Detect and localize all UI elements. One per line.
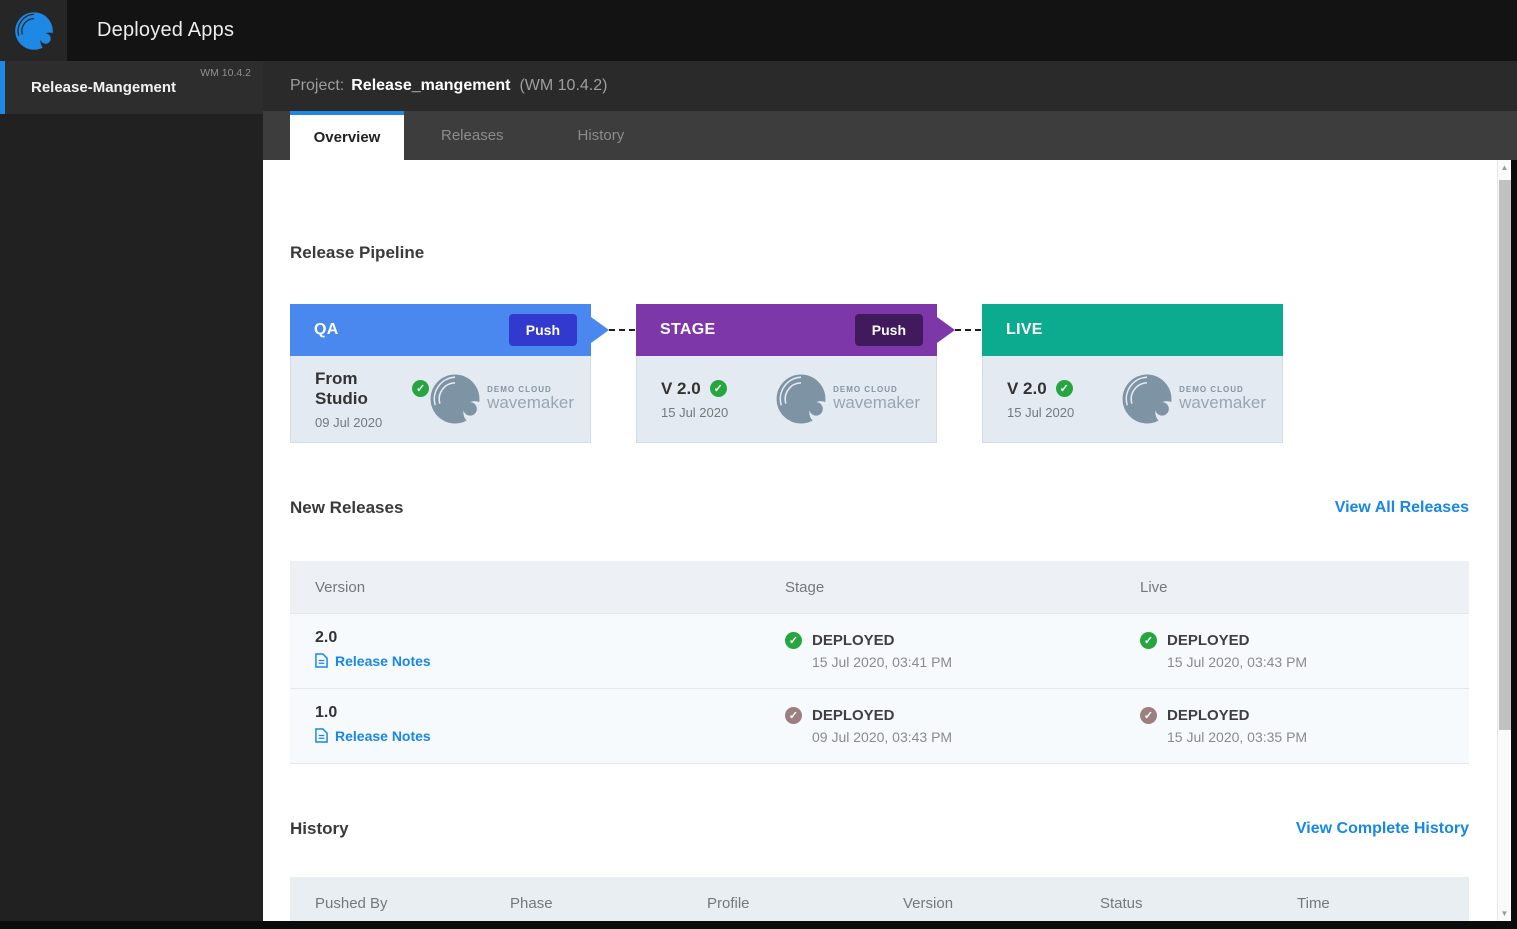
live-deploy-date: 15 Jul 2020 — [1007, 404, 1075, 420]
project-wm-version: (WM 10.4.2) — [519, 77, 608, 94]
release-notes-label: Release Notes — [335, 652, 431, 669]
success-check-icon: ✓ — [709, 380, 727, 397]
release-version: 1.0 — [315, 703, 338, 721]
app-title: Deployed Apps — [97, 19, 235, 41]
stage-phase-name: STAGE — [660, 321, 716, 338]
tab-history[interactable]: History — [541, 111, 662, 160]
column-header-phase: Phase — [510, 894, 553, 912]
live-status: DEPLOYED — [1167, 707, 1250, 724]
qa-phase-name: QA — [314, 321, 339, 338]
history-table-header: Pushed By Phase Profile Version Status T… — [290, 877, 1469, 921]
release-pipeline: QA Push From Studio ✓ 09 Jul 2020 DEMO C… — [290, 304, 1469, 443]
wavemaker-cloud-icon — [776, 374, 828, 424]
stage-status: DEPLOYED — [812, 632, 895, 649]
tab-overview[interactable]: Overview — [290, 111, 404, 160]
project-header: Project: Release_mangement (WM 10.4.2) — [263, 61, 1517, 111]
wavemaker-wordmark: wavemaker — [833, 393, 920, 412]
demo-cloud-badge: DEMO CLOUD wavemaker — [775, 373, 920, 425]
view-all-releases-link[interactable]: View All Releases — [1335, 499, 1469, 517]
deployed-apps-window: Deployed Apps WM 10.4.2 Release-Mangemen… — [0, 0, 1517, 929]
stage-status-time: 15 Jul 2020, 03:41 PM — [812, 654, 953, 670]
sidebar-item-wm-version: WM 10.4.2 — [200, 67, 251, 79]
scrollbar-thumb[interactable] — [1499, 180, 1511, 730]
project-label: Project: — [290, 77, 345, 94]
release-version: 2.0 — [315, 628, 338, 646]
pipeline-card-stage: STAGE Push V 2.0 ✓ 15 Jul 2020 DEMO CLOU… — [636, 304, 981, 443]
window-bottom-edge — [0, 921, 1517, 929]
table-row: 2.0 Release Notes ✓ DEPLOYED 15 Jul 2020… — [290, 613, 1469, 688]
live-phase-name: LIVE — [1006, 321, 1043, 338]
stage-push-button[interactable]: Push — [854, 314, 923, 346]
tab-releases[interactable]: Releases — [404, 111, 541, 160]
stage-card-body: V 2.0 ✓ 15 Jul 2020 DEMO CLOUD wavemaker — [636, 356, 937, 443]
live-status: DEPLOYED — [1167, 632, 1250, 649]
deployed-success-icon: ✓ — [1140, 632, 1157, 649]
pipeline-card-qa: QA Push From Studio ✓ 09 Jul 2020 DEMO C… — [290, 304, 635, 443]
column-header-time: Time — [1297, 894, 1330, 912]
stage-version-label: V 2.0 — [661, 378, 701, 398]
sidebar-item-label: Release-Mangement — [31, 79, 177, 96]
qa-card-body: From Studio ✓ 09 Jul 2020 DEMO CLOUD wav… — [290, 356, 591, 443]
qa-card-header: QA Push — [290, 304, 591, 356]
vertical-scrollbar[interactable]: ▲ ▼ — [1497, 160, 1511, 921]
scroll-down-arrow-icon[interactable]: ▼ — [1498, 909, 1511, 918]
wavemaker-cloud-icon — [430, 374, 482, 424]
sidebar-item-release-mangement[interactable]: WM 10.4.2 Release-Mangement — [0, 61, 263, 114]
stage-status-time: 09 Jul 2020, 03:43 PM — [812, 729, 953, 745]
live-status-time: 15 Jul 2020, 03:43 PM — [1167, 654, 1308, 670]
deployed-superseded-icon: ✓ — [785, 707, 802, 724]
project-name: Release_mangement — [351, 77, 511, 94]
tab-strip: Overview Releases History — [263, 111, 1517, 160]
demo-cloud-badge: DEMO CLOUD wavemaker — [1121, 373, 1266, 425]
view-complete-history-link[interactable]: View Complete History — [1296, 820, 1469, 838]
stage-deploy-date: 15 Jul 2020 — [661, 404, 729, 420]
live-version-label: V 2.0 — [1007, 378, 1047, 398]
qa-version-label: From Studio — [315, 368, 368, 408]
column-header-stage: Stage — [785, 578, 825, 596]
live-card-header: LIVE — [982, 304, 1283, 356]
table-row: 1.0 Release Notes ✓ DEPLOYED 09 Jul 2020… — [290, 688, 1469, 763]
release-notes-link[interactable]: Release Notes — [315, 728, 431, 744]
success-check-icon: ✓ — [412, 380, 430, 397]
scroll-up-arrow-icon[interactable]: ▲ — [1498, 163, 1511, 172]
release-notes-label: Release Notes — [335, 727, 431, 744]
wavemaker-cloud-icon — [1122, 374, 1174, 424]
deployed-success-icon: ✓ — [785, 632, 802, 649]
wavemaker-logo-icon — [14, 11, 54, 50]
qa-deploy-date: 09 Jul 2020 — [315, 414, 383, 430]
pipeline-card-live: LIVE V 2.0 ✓ 15 Jul 2020 DEMO CLOUD wave… — [982, 304, 1283, 443]
release-pipeline-title: Release Pipeline — [290, 243, 425, 262]
history-table: Pushed By Phase Profile Version Status T… — [290, 877, 1469, 921]
sidebar: WM 10.4.2 Release-Mangement — [0, 61, 263, 921]
live-card-body: V 2.0 ✓ 15 Jul 2020 DEMO CLOUD wavemaker — [982, 356, 1283, 443]
history-title: History — [290, 819, 349, 838]
new-releases-title: New Releases — [290, 498, 404, 517]
document-icon — [315, 653, 328, 668]
new-releases-table-header: Version Stage Live — [290, 561, 1469, 613]
column-header-live: Live — [1140, 578, 1168, 596]
top-bar: Deployed Apps — [0, 0, 1517, 61]
stage-status: DEPLOYED — [812, 707, 895, 724]
new-releases-table: Version Stage Live 2.0 Release Notes ✓ D… — [290, 561, 1469, 764]
wavemaker-logo-button[interactable] — [0, 0, 67, 61]
column-header-profile: Profile — [707, 894, 750, 912]
column-header-version: Version — [315, 578, 366, 596]
success-check-icon: ✓ — [1055, 380, 1073, 397]
live-status-time: 15 Jul 2020, 03:35 PM — [1167, 729, 1308, 745]
wavemaker-wordmark: wavemaker — [487, 393, 574, 412]
deployed-superseded-icon: ✓ — [1140, 707, 1157, 724]
demo-cloud-badge: DEMO CLOUD wavemaker — [429, 373, 574, 425]
column-header-version: Version — [903, 894, 954, 912]
qa-push-button[interactable]: Push — [508, 314, 577, 346]
main-content: Release Pipeline QA Push From Studio ✓ 0… — [263, 160, 1517, 921]
release-notes-link[interactable]: Release Notes — [315, 653, 431, 669]
document-icon — [315, 728, 328, 743]
window-right-edge — [1511, 160, 1517, 929]
wavemaker-wordmark: wavemaker — [1179, 393, 1266, 412]
column-header-status: Status — [1100, 894, 1143, 912]
column-header-pushed-by: Pushed By — [315, 894, 388, 912]
stage-card-header: STAGE Push — [636, 304, 937, 356]
